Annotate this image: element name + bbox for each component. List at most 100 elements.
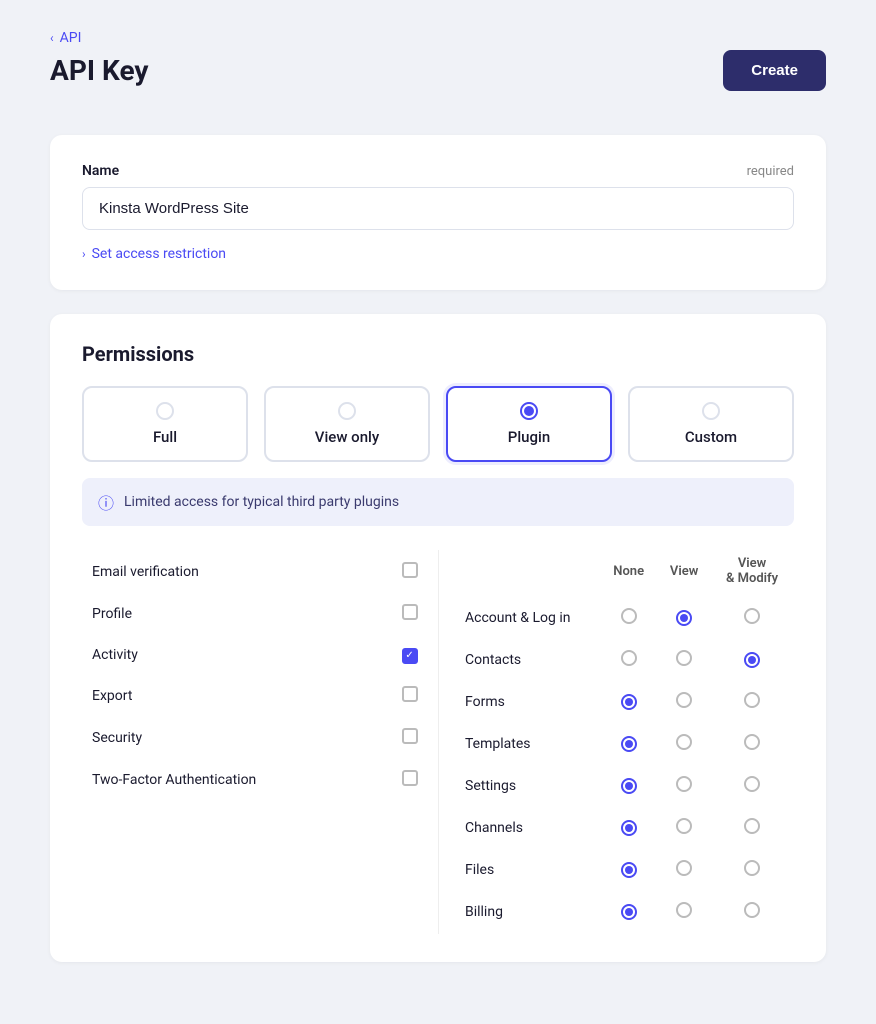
none-header: None [601,552,656,596]
view-modify-radio[interactable] [744,902,760,918]
view-modify-radio[interactable] [744,860,760,876]
right-row-label: Templates [457,724,599,764]
view-radio[interactable] [676,734,692,750]
left-row-checkbox[interactable] [402,648,418,664]
tab-full-radio [156,402,174,420]
right-row-view-modify-cell[interactable] [712,640,792,680]
name-card: Name required › Set access restriction [50,135,826,290]
left-row-checkbox-cell[interactable] [383,636,436,674]
tab-plugin-label: Plugin [508,428,550,446]
right-row-view-cell[interactable] [658,640,710,680]
left-row-checkbox[interactable] [402,728,418,744]
tab-full[interactable]: Full [82,386,248,462]
right-row-view-modify-cell[interactable] [712,892,792,932]
none-radio[interactable] [621,650,637,666]
right-row-label: Settings [457,766,599,806]
required-label: required [747,164,794,179]
tab-custom[interactable]: Custom [628,386,794,462]
permission-tabs: Full View only Plugin Custom [82,386,794,462]
right-row-view-cell[interactable] [658,808,710,848]
right-row-label: Channels [457,808,599,848]
none-radio[interactable] [621,778,637,794]
right-row-none-cell[interactable] [601,682,656,722]
left-row-label: Two-Factor Authentication [84,760,381,800]
right-row-none-cell[interactable] [601,766,656,806]
right-row-none-cell[interactable] [601,598,656,638]
view-modify-radio[interactable] [744,734,760,750]
create-button[interactable]: Create [723,50,826,91]
left-row: Security [84,718,436,758]
none-radio[interactable] [621,904,637,920]
right-row-label: Account & Log in [457,598,599,638]
left-row-checkbox-cell[interactable] [383,676,436,716]
right-row-view-cell[interactable] [658,892,710,932]
none-radio[interactable] [621,820,637,836]
right-row-view-modify-cell[interactable] [712,598,792,638]
right-row-view-cell[interactable] [658,850,710,890]
left-row-label: Email verification [84,552,381,592]
view-radio[interactable] [676,902,692,918]
left-row-label: Activity [84,636,381,674]
none-radio[interactable] [621,862,637,878]
view-modify-radio[interactable] [744,608,760,624]
right-row: Files [457,850,792,890]
right-row-view-cell[interactable] [658,598,710,638]
view-modify-radio[interactable] [744,818,760,834]
right-row-none-cell[interactable] [601,850,656,890]
back-link[interactable]: ‹ API [50,30,149,46]
access-restriction-toggle[interactable]: › Set access restriction [82,246,794,262]
view-modify-radio[interactable] [744,652,760,668]
left-row-checkbox[interactable] [402,604,418,620]
right-row-none-cell[interactable] [601,724,656,764]
tab-plugin[interactable]: Plugin [446,386,612,462]
none-radio[interactable] [621,694,637,710]
view-radio[interactable] [676,860,692,876]
right-row-view-modify-cell[interactable] [712,850,792,890]
right-row-none-cell[interactable] [601,640,656,680]
tab-view-only[interactable]: View only [264,386,430,462]
access-restriction-label: Set access restriction [92,246,226,262]
left-row-checkbox-cell[interactable] [383,760,436,800]
left-row: Export [84,676,436,716]
view-modify-radio[interactable] [744,776,760,792]
right-row-view-modify-cell[interactable] [712,724,792,764]
right-row-view-cell[interactable] [658,724,710,764]
name-input[interactable] [82,187,794,230]
tab-plugin-radio [520,402,538,420]
left-row: Email verification [84,552,436,592]
none-radio[interactable] [621,608,637,624]
none-radio[interactable] [621,736,637,752]
header-row: ‹ API API Key Create [50,30,826,111]
view-radio[interactable] [676,650,692,666]
back-chevron-icon: ‹ [50,31,54,45]
right-row-view-modify-cell[interactable] [712,682,792,722]
view-modify-radio[interactable] [744,692,760,708]
view-radio[interactable] [676,692,692,708]
view-radio[interactable] [676,776,692,792]
left-row-checkbox-cell[interactable] [383,552,436,592]
left-row-label: Security [84,718,381,758]
left-row-checkbox-cell[interactable] [383,718,436,758]
view-modify-line1: View [738,556,766,571]
right-row-label: Files [457,850,599,890]
right-row-none-cell[interactable] [601,892,656,932]
left-row-checkbox[interactable] [402,770,418,786]
permissions-card: Permissions Full View only Plugin Custom… [50,314,826,962]
right-row-label: Contacts [457,640,599,680]
view-radio[interactable] [676,610,692,626]
right-row: Settings [457,766,792,806]
info-icon: ⓘ [98,490,114,514]
right-row-view-modify-cell[interactable] [712,808,792,848]
left-row-label: Profile [84,594,381,634]
tab-custom-label: Custom [685,428,737,446]
right-row-view-cell[interactable] [658,766,710,806]
right-row-none-cell[interactable] [601,808,656,848]
tab-custom-radio [702,402,720,420]
left-row-checkbox[interactable] [402,562,418,578]
right-row-view-modify-cell[interactable] [712,766,792,806]
view-radio[interactable] [676,818,692,834]
left-row-checkbox-cell[interactable] [383,594,436,634]
right-row-view-cell[interactable] [658,682,710,722]
left-row-checkbox[interactable] [402,686,418,702]
right-section: None View View & Modify Account & Log in [438,550,794,934]
